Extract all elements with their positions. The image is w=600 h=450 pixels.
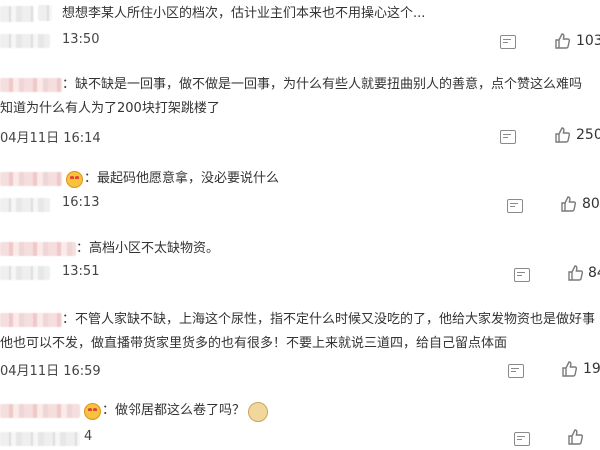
- thumbs-up-icon[interactable]: [554, 127, 570, 143]
- device-masked: [0, 266, 50, 280]
- thumbs-up-icon[interactable]: [567, 265, 583, 281]
- like-count: 1033: [576, 33, 600, 49]
- comment-icon[interactable]: [514, 432, 530, 446]
- comment-time: 16:13: [62, 195, 100, 210]
- username-masked[interactable]: [0, 78, 62, 92]
- comment-item: ：不管人家缺不缺，上海这个尿性，指不定什么时候又没吃的了，他给大家发物资也是做好…: [0, 304, 600, 384]
- comment-text-line-2: 知道为什么有人为了200块打架跳楼了: [0, 101, 220, 116]
- comment-text-line-1: ：不管人家缺不缺，上海这个尿性，指不定什么时候又没吃的了，他给大家发物资也是做好…: [62, 312, 596, 327]
- comment-text: ：最起码他愿意拿，没必要说什么: [84, 171, 280, 186]
- username-masked[interactable]: [0, 313, 62, 327]
- username-masked[interactable]: [0, 404, 80, 418]
- comment-icon[interactable]: [500, 35, 516, 49]
- comment-time: 04月11日 16:59: [0, 364, 101, 379]
- blurred-avatar-icon: [38, 5, 52, 21]
- comment-item: ：做邻居都这么卷了吗？ 4: [0, 394, 600, 450]
- heart-eyes-emoji: [66, 171, 83, 188]
- thumbs-up-icon[interactable]: [560, 196, 576, 212]
- heart-eyes-emoji: [84, 403, 101, 420]
- username-masked[interactable]: [0, 172, 62, 186]
- like-count: 805: [582, 196, 600, 212]
- comment-time: 04月11日 16:14: [0, 131, 101, 146]
- device-masked: [0, 198, 50, 212]
- thumbs-up-icon[interactable]: [554, 33, 570, 49]
- comment-icon[interactable]: [508, 364, 524, 378]
- comment-text-line-1: ：缺不缺是一回事，做不做是一回事，为什么有些人就要扭曲别人的善意，点个赞这么难吗: [62, 77, 583, 92]
- comment-item: ：缺不缺是一回事，做不做是一回事，为什么有些人就要扭曲别人的善意，点个赞这么难吗…: [0, 70, 600, 150]
- username-masked[interactable]: [0, 242, 76, 256]
- thumbs-up-icon[interactable]: [567, 429, 583, 445]
- comment-item: ：最起码他愿意拿，没必要说什么 16:13 805: [0, 162, 600, 224]
- comment-time: 13:51: [62, 264, 100, 279]
- comment-icon[interactable]: [500, 130, 516, 144]
- device-masked: [0, 34, 50, 48]
- comment-text: 想想李某人所住小区的档次，估计业主们本来也不用操心这个...: [62, 6, 426, 21]
- like-count: 2508: [576, 127, 600, 143]
- comment-text-line-2: 他也可以不发，做直播带货家里货多的也有很多！不要上来就说三道四，给自己留点体面: [0, 336, 508, 351]
- thumbs-up-icon[interactable]: [561, 361, 577, 377]
- comment-item: ：高档小区不太缺物资。 13:51 84: [0, 232, 600, 292]
- like-count: 199: [583, 361, 600, 377]
- like-count: 84: [588, 265, 600, 281]
- username-masked[interactable]: [0, 6, 34, 22]
- doge-emoji: [248, 402, 268, 422]
- device-masked: [0, 432, 80, 446]
- comment-text: ：高档小区不太缺物资。: [76, 241, 220, 256]
- comment-icon[interactable]: [514, 268, 530, 282]
- comment-item: 想想李某人所住小区的档次，估计业主们本来也不用操心这个... 13:50 103…: [0, 0, 600, 60]
- comment-time: 13:50: [62, 32, 100, 47]
- comment-time: 4: [84, 429, 93, 444]
- comment-icon[interactable]: [507, 199, 523, 213]
- comment-text: ：做邻居都这么卷了吗？: [102, 403, 246, 418]
